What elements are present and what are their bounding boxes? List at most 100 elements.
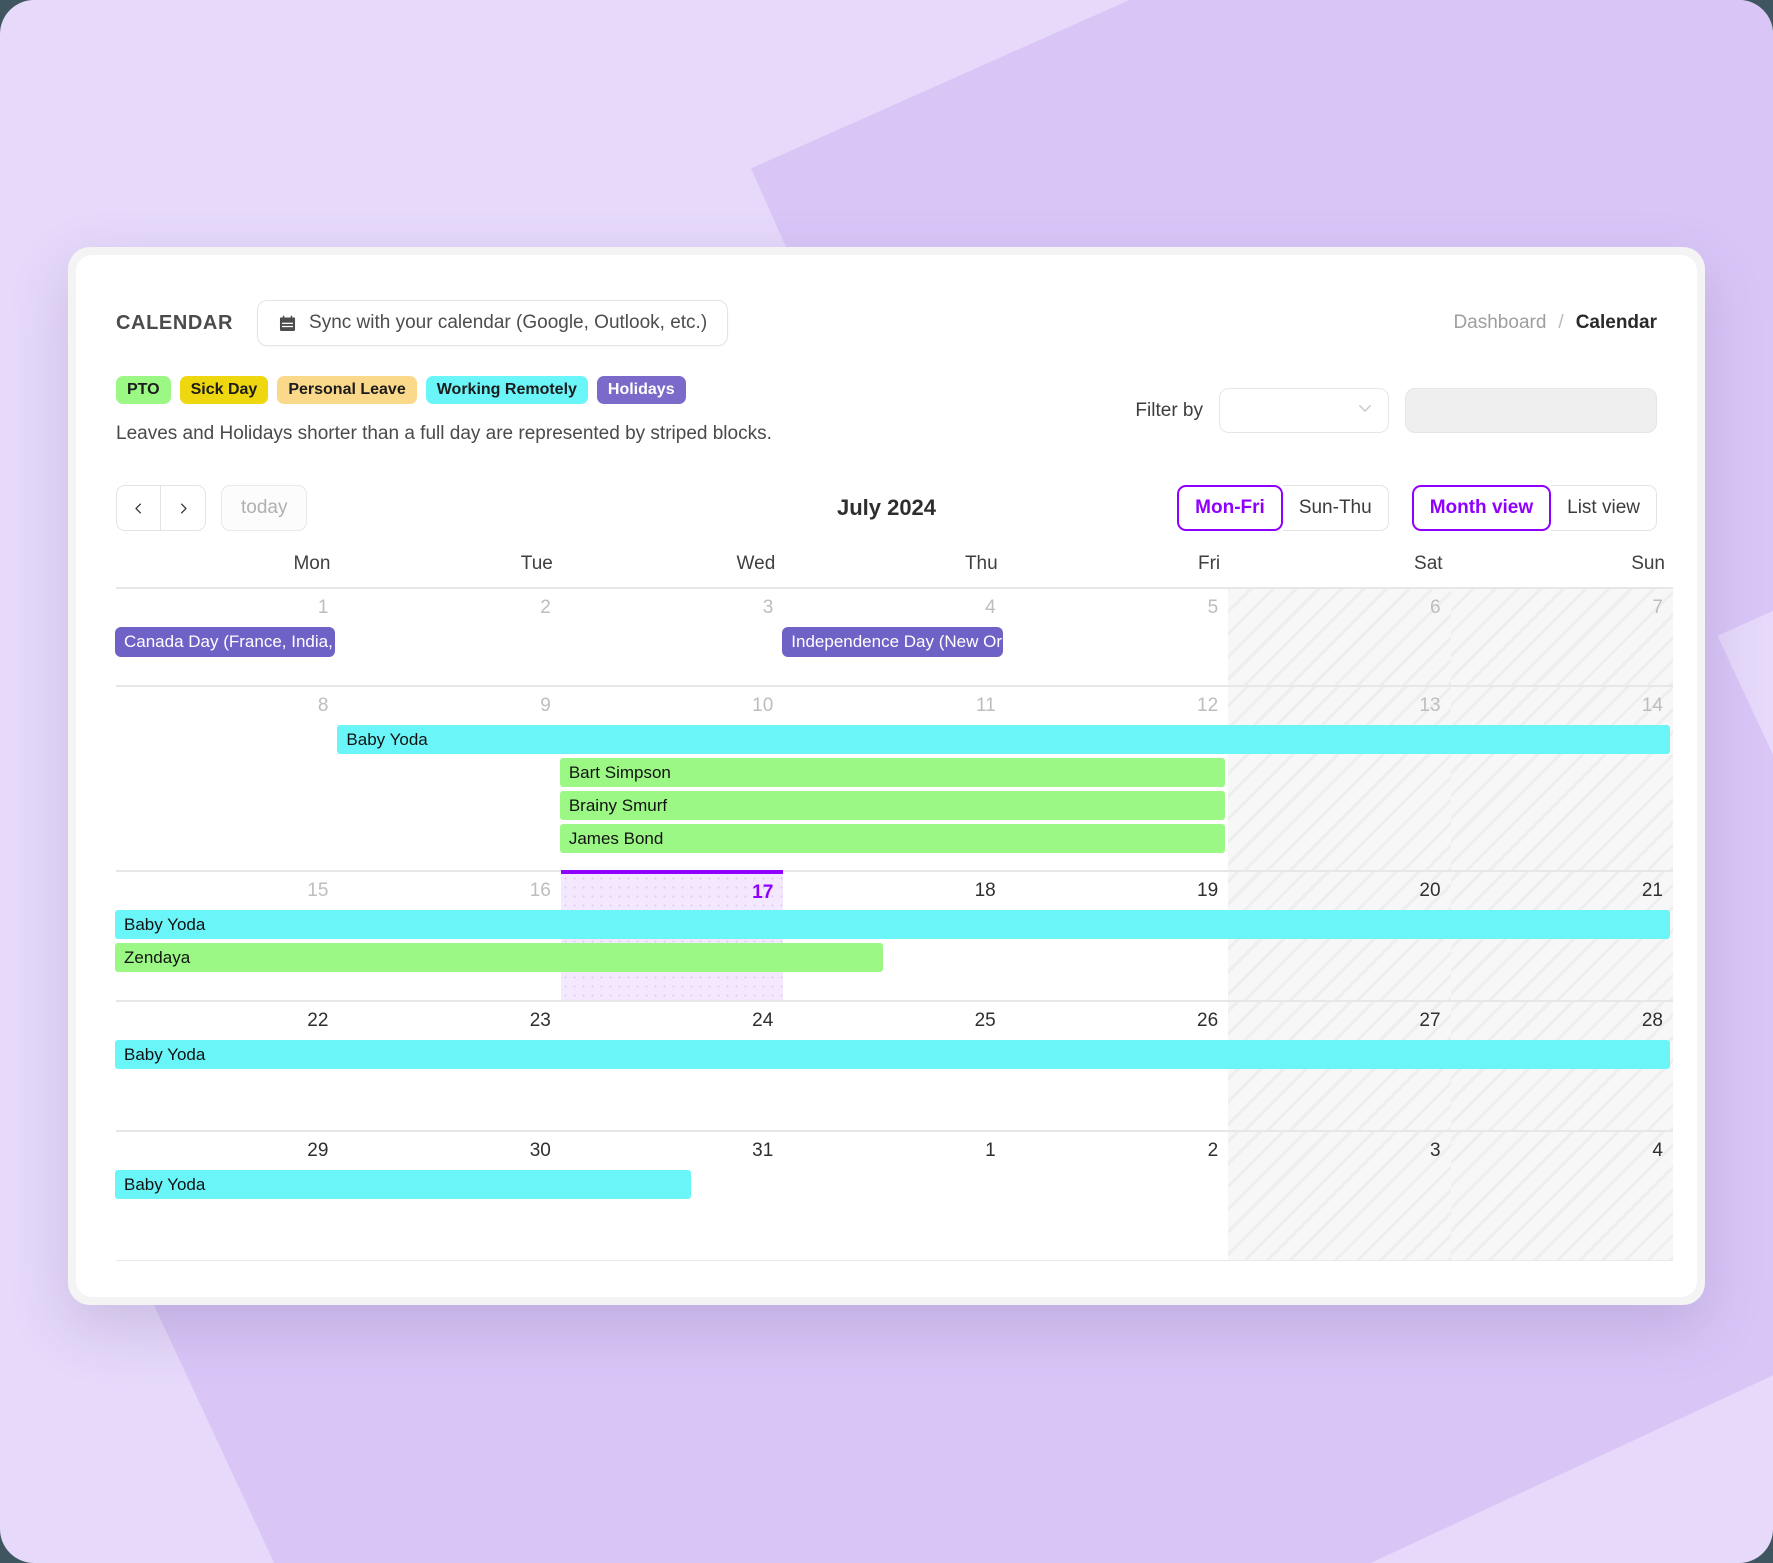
week-start-option-mon-fri[interactable]: Mon-Fri: [1177, 485, 1283, 531]
app-window: CALENDAR Sync with your calendar (Google…: [68, 247, 1705, 1305]
day-number: 3: [762, 597, 774, 618]
day-cell-3[interactable]: 3: [560, 587, 784, 685]
day-number: 13: [1419, 695, 1441, 716]
day-number: 4: [1652, 1140, 1663, 1161]
day-cell-14[interactable]: 14: [1450, 685, 1673, 870]
day-cell-4[interactable]: 4: [1450, 1130, 1673, 1260]
next-month-button[interactable]: [161, 485, 206, 531]
day-cell-5[interactable]: 5: [1005, 587, 1229, 685]
calendar-event[interactable]: Canada Day (France, India,: [115, 627, 336, 657]
weekday-header-mon: Mon: [293, 553, 331, 574]
day-cell-8[interactable]: 8: [116, 685, 339, 870]
day-number: 31: [752, 1140, 774, 1161]
calendar-event[interactable]: Baby Yoda: [337, 725, 1670, 754]
day-number: 1: [985, 1140, 996, 1161]
weekday-header-sat: Sat: [1414, 553, 1443, 574]
weekday-header-sun: Sun: [1631, 553, 1665, 574]
day-cell-1[interactable]: 1: [783, 1130, 1006, 1260]
day-number: 25: [974, 1010, 996, 1031]
week-start-option-sun-thu[interactable]: Sun-Thu: [1282, 485, 1389, 531]
day-number: 29: [307, 1140, 329, 1161]
calendar-event[interactable]: Baby Yoda: [115, 1040, 1670, 1069]
week-start-toggle: Mon-Fri Sun-Thu: [1177, 485, 1389, 531]
filter-label: Filter by: [1135, 399, 1203, 421]
filter-controls: Filter by: [1135, 388, 1657, 433]
day-number: 2: [1207, 1140, 1219, 1161]
calendar-event[interactable]: Bart Simpson: [559, 758, 1226, 787]
calendar-week-row: 1 2 3 4 5 6 7 Canada Day (France, India, Indepen…: [115, 587, 1673, 685]
breadcrumb-dashboard[interactable]: Dashboard: [1453, 312, 1546, 334]
filter-type-select[interactable]: [1219, 388, 1389, 433]
prev-month-button[interactable]: [116, 485, 161, 531]
day-number: 12: [1197, 695, 1219, 716]
calendar-toolbar: today July 2024 Mon-Fri Sun-Thu Month vie…: [116, 485, 1657, 531]
breadcrumb: Dashboard / Calendar: [1453, 312, 1657, 334]
calendar-week-row: 29 30 31 1 2 3 4 Baby Yoda: [115, 1130, 1673, 1260]
sync-calendar-button[interactable]: Sync with your calendar (Google, Outlook…: [257, 300, 729, 346]
breadcrumb-separator: /: [1558, 312, 1564, 333]
weekday-header-fri: Fri: [1197, 553, 1221, 574]
view-controls: Mon-Fri Sun-Thu Month view List view: [1177, 485, 1657, 531]
day-number: 8: [317, 695, 329, 716]
view-mode-toggle: Month view List view: [1411, 485, 1657, 531]
weekday-header-tue: Tue: [520, 553, 553, 574]
calendar-event[interactable]: Baby Yoda: [115, 1170, 692, 1199]
legend-chip-holidays[interactable]: Holidays: [596, 376, 686, 404]
day-number: 3: [1429, 1140, 1441, 1161]
view-mode-option-month-view[interactable]: Month view: [1411, 485, 1552, 531]
calendar-weeks: 1 2 3 4 5 6 7 Canada Day (France, India, Indepen…: [115, 587, 1673, 1260]
day-cell-6[interactable]: 6: [1228, 587, 1451, 685]
calendar-event[interactable]: James Bond: [559, 824, 1226, 853]
day-number: 1: [317, 597, 329, 618]
nav-button-group: [116, 485, 206, 531]
day-cell-13[interactable]: 13: [1228, 685, 1451, 870]
day-cell-2[interactable]: 2: [338, 587, 561, 685]
day-number: 28: [1641, 1010, 1663, 1031]
day-number: 11: [975, 695, 996, 716]
calendar-week-row: 22 23 24 25 26 27 28 Baby Yoda: [115, 1000, 1673, 1130]
day-number: 6: [1429, 597, 1441, 618]
day-number: 24: [752, 1010, 774, 1031]
day-number: 22: [307, 1010, 329, 1031]
calendar-event[interactable]: Baby Yoda: [115, 910, 1670, 939]
day-number: 7: [1652, 597, 1663, 618]
day-number: 26: [1197, 1010, 1219, 1031]
app-surface: CALENDAR Sync with your calendar (Google…: [76, 255, 1697, 1297]
day-cell-7[interactable]: 7: [1450, 587, 1673, 685]
day-number: 17: [752, 882, 774, 903]
sync-calendar-label: Sync with your calendar (Google, Outlook…: [309, 312, 708, 333]
day-number: 23: [529, 1010, 551, 1031]
calendar-event[interactable]: Independence Day (New Or: [782, 627, 1003, 657]
page-title: CALENDAR: [116, 311, 234, 334]
calendar-grid: Mon Tue Wed Thu Fri Sat Sun 1 2 3 4 5 6 7 Canada Day …: [115, 553, 1673, 1261]
day-number: 9: [540, 695, 551, 716]
calendar-event[interactable]: Zendaya: [115, 943, 883, 972]
chevron-down-icon: [1356, 399, 1374, 422]
weekday-header: Mon Tue Wed Thu Fri Sat Sun: [116, 553, 1673, 587]
page-backdrop: CALENDAR Sync with your calendar (Google…: [0, 0, 1773, 1563]
weekday-header-thu: Thu: [964, 553, 998, 574]
day-number: 4: [985, 597, 996, 618]
day-number: 5: [1207, 597, 1219, 618]
legend-chip-pto[interactable]: PTO: [116, 376, 171, 404]
day-cell-9[interactable]: 9: [338, 685, 561, 870]
legend-chip-sick-day[interactable]: Sick Day: [179, 376, 269, 404]
day-number: 2: [540, 597, 551, 618]
day-number: 18: [974, 880, 996, 901]
calendar-event[interactable]: Brainy Smurf: [559, 791, 1226, 820]
day-number: 30: [529, 1140, 551, 1161]
day-number: 21: [1641, 880, 1663, 901]
view-mode-option-list-view[interactable]: List view: [1551, 485, 1657, 531]
legend-chip-working-remotely[interactable]: Working Remotely: [425, 376, 588, 404]
day-number: 20: [1419, 880, 1441, 901]
day-number: 27: [1419, 1010, 1441, 1031]
day-cell-3[interactable]: 3: [1228, 1130, 1451, 1260]
today-button[interactable]: today: [221, 485, 308, 531]
day-number: 14: [1641, 695, 1663, 716]
day-number: 15: [307, 880, 329, 901]
header: CALENDAR Sync with your calendar (Google…: [116, 299, 1657, 347]
legend-chip-personal-leave[interactable]: Personal Leave: [277, 376, 417, 404]
day-cell-2[interactable]: 2: [1005, 1130, 1229, 1260]
day-number: 19: [1197, 880, 1219, 901]
filter-value-input[interactable]: [1405, 388, 1657, 433]
